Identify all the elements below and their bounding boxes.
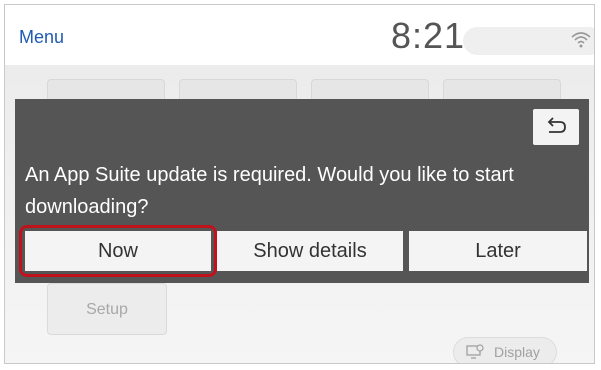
display-label: Display <box>494 344 540 360</box>
display-button[interactable]: Display <box>453 337 557 363</box>
menu-button[interactable]: Menu <box>19 27 64 48</box>
show-details-button[interactable]: Show details <box>217 231 403 271</box>
status-bar: Menu 8:21 <box>5 5 594 65</box>
now-button-highlight <box>19 225 217 277</box>
back-arrow-icon <box>547 117 566 133</box>
setup-button[interactable]: Setup <box>47 283 167 335</box>
update-dialog: An App Suite update is required. Would y… <box>15 99 589 283</box>
head-unit-screen: Menu 8:21 Setup Display An App Suite upd… <box>4 4 595 364</box>
dialog-message: An App Suite update is required. Would y… <box>25 164 514 218</box>
later-button[interactable]: Later <box>409 231 587 271</box>
wifi-icon <box>571 32 591 48</box>
clock: 8:21 <box>391 15 466 56</box>
back-button[interactable] <box>533 109 579 145</box>
display-icon <box>466 344 484 359</box>
